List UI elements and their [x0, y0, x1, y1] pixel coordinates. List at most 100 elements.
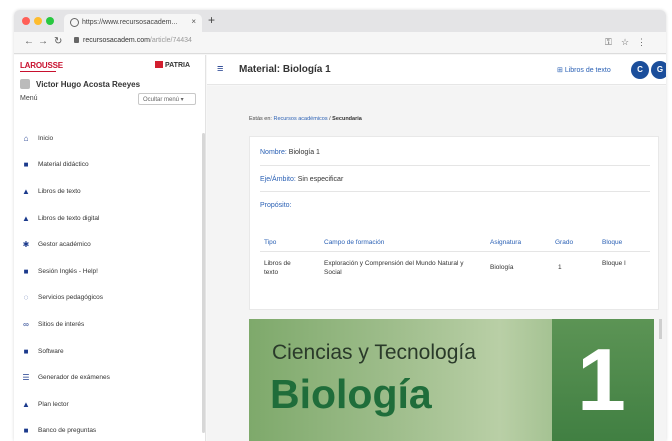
reader-icon: ▲ [22, 399, 30, 409]
sidebar-item[interactable]: ▲ Libros de texto [14, 178, 206, 205]
patria-logo: PATRIA [155, 61, 190, 69]
sidebar-item-label: Material didáctico [38, 161, 89, 169]
sidebar-item[interactable]: ■ Software [14, 338, 206, 365]
user-name: Victor Hugo Acosta Reeyes [36, 80, 141, 89]
hamburger-menu-icon[interactable]: ≡ [217, 63, 223, 75]
menu-toggle-select[interactable]: Ocultar menú ▾ [138, 93, 196, 105]
sidebar-item[interactable]: ■ Material didáctico [14, 152, 206, 179]
cell-tipo: Libros de texto [264, 260, 291, 276]
cover-subtitle: Ciencias y Tecnología [272, 341, 476, 364]
purpose-field: Propósito: [260, 202, 292, 209]
star-icon[interactable]: ☆ [621, 37, 629, 48]
browser-tab[interactable]: https://www.recursosacadem... × [64, 14, 202, 32]
breadcrumb-link[interactable]: Recursos académicos [273, 116, 327, 122]
browser-window: https://www.recursosacadem... × + ← → ↻ … [14, 10, 666, 441]
link-icon: ∞ [23, 319, 29, 329]
cell-grado: 1 [558, 264, 562, 271]
list-icon: ■ [23, 266, 29, 276]
sidebar-item[interactable]: ■ Sesión Inglés - Help! [14, 258, 206, 285]
reload-icon[interactable]: ↻ [54, 36, 62, 47]
sidebar-item-label: Libros de texto digital [38, 214, 100, 222]
page-title: Material: Biología 1 [239, 64, 331, 75]
cell-asignatura: Biología [490, 264, 514, 271]
sidebar-item-label: Gestor académico [38, 241, 91, 249]
breadcrumb-current: Secundaria [332, 116, 362, 122]
profile-icon[interactable]: G [651, 61, 666, 79]
cover-title: Biología [270, 371, 432, 417]
menu-dots-icon[interactable]: ⋮ [637, 37, 646, 48]
url-field[interactable]: recursosacadem.com/article/74434 [74, 37, 192, 44]
tab-close-button[interactable]: × [191, 17, 196, 26]
cell-campo: Exploración y Comprensión del Mundo Natu… [324, 260, 464, 276]
user-profile[interactable]: Victor Hugo Acosta Reeyes [20, 79, 140, 89]
logo-underline [20, 71, 56, 72]
close-window-button[interactable] [22, 17, 30, 25]
cell-bloque: Bloque I [602, 260, 626, 267]
main-content: Estás en: Recursos académicos / Secundar… [207, 86, 666, 441]
content-scrollbar[interactable] [659, 319, 662, 339]
sidebar-item[interactable]: ■ Banco de preguntas [14, 418, 206, 441]
col-header-asignatura: Asignatura [490, 239, 522, 246]
url-host: recursosacadem.com [83, 37, 150, 44]
col-header-bloque: Bloque [602, 239, 623, 246]
book-icon: ▲ [22, 213, 30, 223]
nav-list: ⌂ Inicio ■ Material didáctico ▲ Libros de tex… [14, 125, 206, 441]
col-header-grado: Grado [555, 239, 574, 246]
col-header-tipo: Tipo [264, 239, 277, 246]
col-header-campo: Campo de formación [324, 239, 385, 246]
breadcrumb-prefix: Estás en: [249, 116, 272, 122]
sidebar-item-label: Servicios pedagógicos [38, 294, 104, 302]
larousse-logo: LAROUSSE [20, 61, 63, 70]
sidebar-item[interactable]: ▲ Plan lector [14, 391, 206, 418]
menu-label: Menú [20, 95, 38, 102]
list-icon: ■ [23, 426, 29, 436]
url-path: /article/74434 [149, 37, 192, 44]
textbooks-link[interactable]: ⊞ Libros de texto [557, 66, 611, 74]
avatar [20, 79, 30, 89]
sidebar-item[interactable]: ◌ Servicios pedagógicos [14, 285, 206, 312]
lock-icon [74, 37, 79, 43]
sidebar: LAROUSSE PATRIA Victor Hugo Acosta Reeye… [14, 55, 206, 441]
new-tab-button[interactable]: + [208, 13, 215, 27]
list-icon: ■ [23, 160, 29, 170]
sidebar-item[interactable]: ☰ Generador de exámenes [14, 364, 206, 391]
forward-arrow-icon[interactable]: → [38, 36, 48, 47]
ambito-field: Eje/Ámbito: Sin especificar [260, 176, 344, 183]
breadcrumb-separator: / [329, 116, 331, 122]
square-icon: ■ [23, 346, 29, 356]
minimize-window-button[interactable] [34, 17, 42, 25]
sidebar-item-label: Inicio [38, 134, 54, 142]
book-cover-image[interactable]: Ciencias y Tecnología Biología 1 [249, 319, 654, 441]
sidebar-item[interactable]: ⌂ Inicio [14, 125, 206, 152]
sidebar-item-label: Banco de preguntas [38, 427, 97, 435]
patria-mark-icon [155, 61, 163, 68]
sidebar-item-label: Sitios de interés [38, 320, 85, 328]
home-icon: ⌂ [23, 133, 29, 143]
divider [260, 165, 650, 166]
name-field: Nombre: Biología 1 [260, 149, 320, 156]
material-details-card: Nombre: Biología 1 Eje/Ámbito: Sin espec… [249, 136, 659, 310]
sidebar-item[interactable]: ✱ Gestor académico [14, 231, 206, 258]
sidebar-item-label: Generador de exámenes [38, 374, 110, 382]
main-header: ≡ Material: Biología 1 ⊞ Libros de texto… [207, 55, 666, 85]
grid-icon: ☰ [22, 373, 30, 383]
table-divider [260, 251, 650, 252]
back-arrow-icon[interactable]: ← [24, 36, 34, 47]
key-icon[interactable]: ⚿ [605, 37, 612, 48]
sidebar-item-label: Libros de texto [38, 187, 81, 195]
users-icon: ✱ [22, 240, 30, 250]
sidebar-item-label: Sesión Inglés - Help! [38, 267, 98, 275]
sidebar-item[interactable]: ▲ Libros de texto digital [14, 205, 206, 232]
book-icon: ▲ [22, 186, 30, 196]
chat-icon: ◌ [23, 293, 29, 303]
sidebar-item[interactable]: ∞ Sitios de interés [14, 311, 206, 338]
address-bar: ← → ↻ recursosacadem.com/article/74434 ⚿… [14, 32, 666, 54]
maximize-window-button[interactable] [46, 17, 54, 25]
sidebar-item-label: Plan lector [38, 400, 69, 408]
tab-title: https://www.recursosacadem... [82, 19, 178, 26]
sidebar-item-label: Software [38, 347, 64, 355]
breadcrumb: Estás en: Recursos académicos / Secundar… [249, 116, 362, 122]
notifications-icon[interactable]: C [631, 61, 649, 79]
sidebar-scrollbar[interactable] [202, 133, 205, 433]
divider [260, 191, 650, 192]
